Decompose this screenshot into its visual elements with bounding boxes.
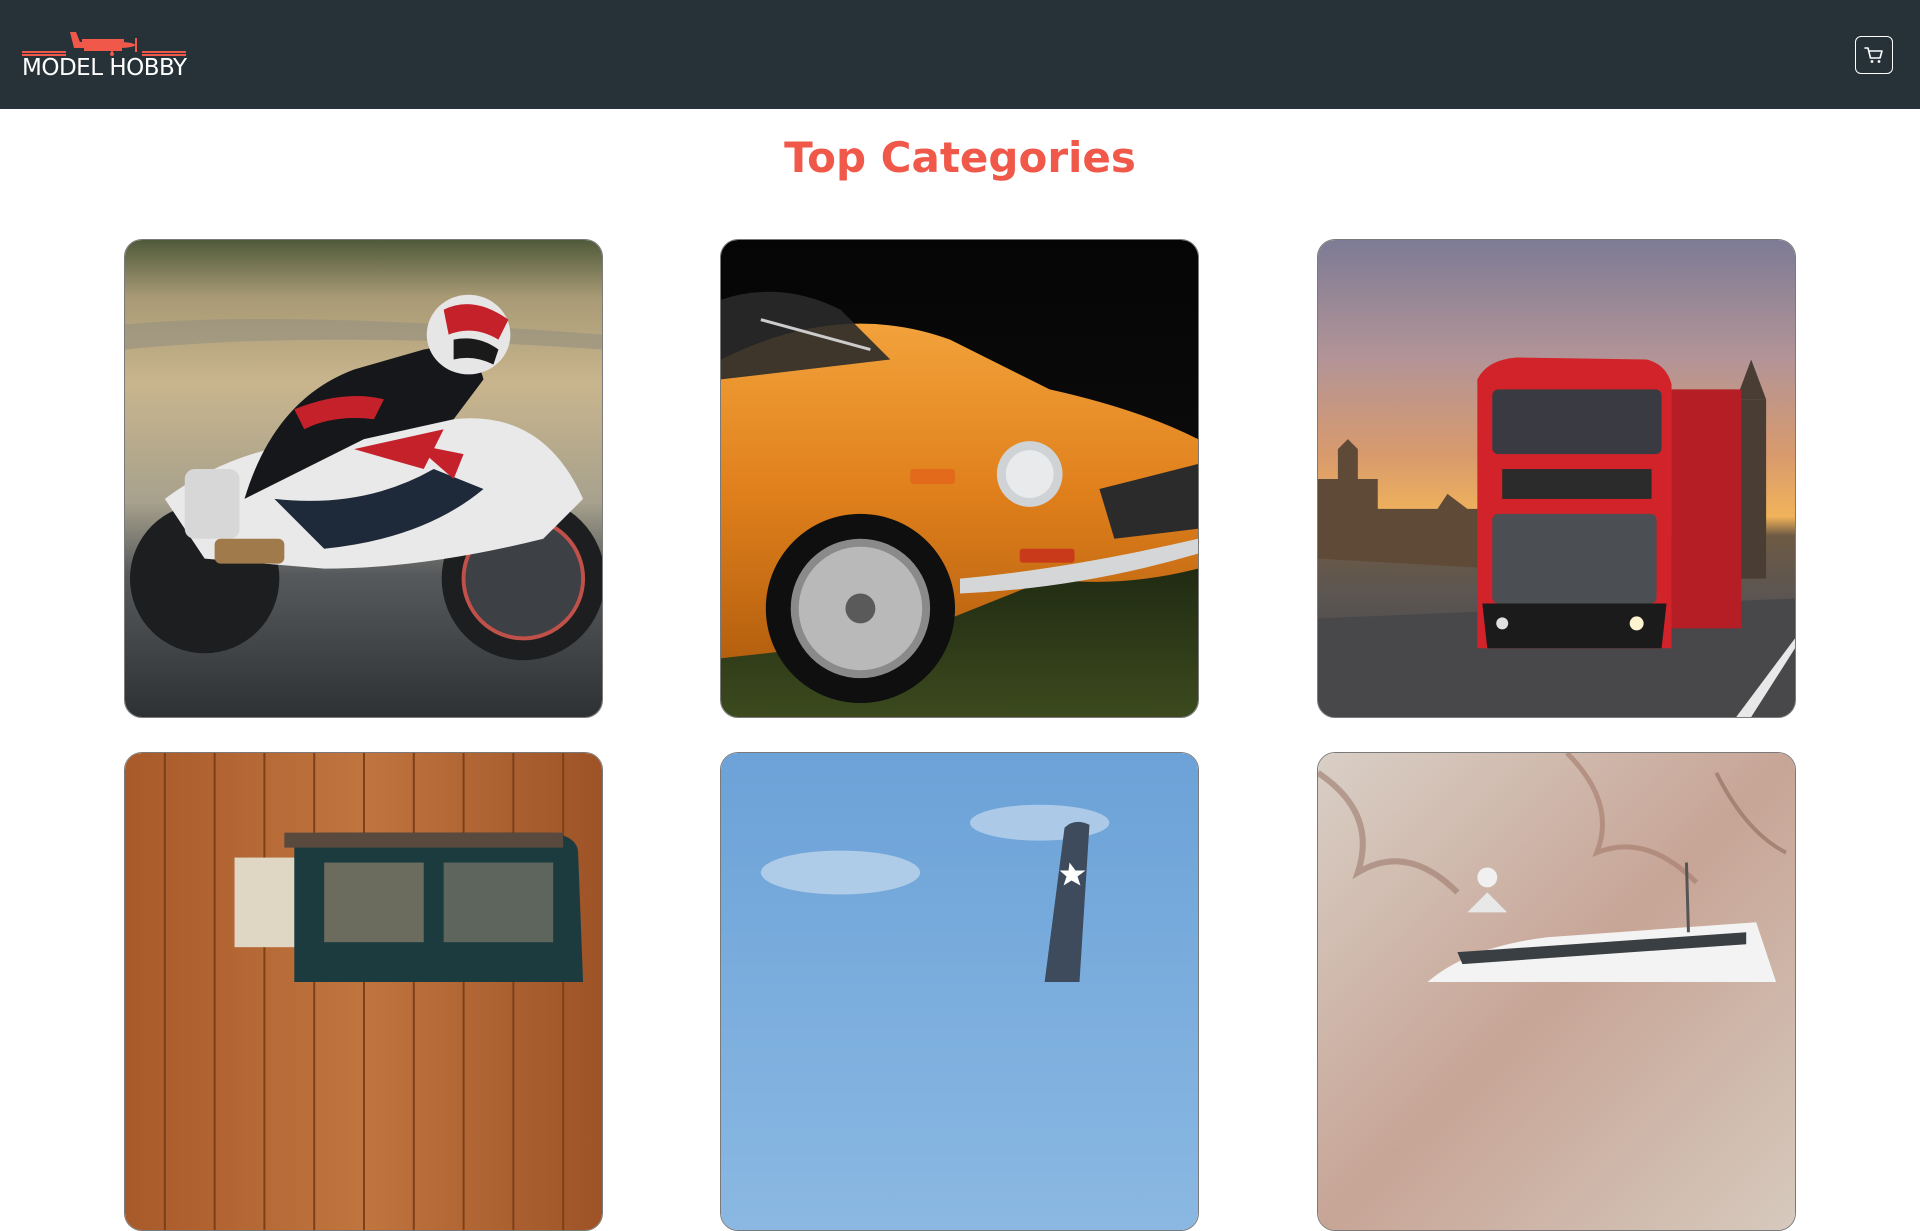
vintage-car-image [125,753,602,1230]
shopping-cart-icon [1864,47,1883,63]
category-card-aircraft[interactable] [720,752,1199,1231]
category-card-yacht[interactable] [1317,752,1796,1231]
category-card-classic-car[interactable] [720,239,1199,718]
cart-button[interactable] [1855,36,1893,74]
motorcycle-image [125,240,602,717]
logo-text: MODEL HOBBY [22,55,187,81]
classic-car-image [721,240,1198,717]
category-card-motorcycle[interactable] [124,239,603,718]
page-title: Top Categories [784,133,1136,182]
category-card-vintage-car[interactable] [124,752,603,1231]
logo[interactable]: MODEL HOBBY [22,30,188,82]
category-card-bus[interactable] [1317,239,1796,718]
bus-image [1318,240,1795,717]
aircraft-image [721,753,1198,1230]
navbar: MODEL HOBBY [0,0,1920,109]
yacht-image [1318,753,1795,1230]
